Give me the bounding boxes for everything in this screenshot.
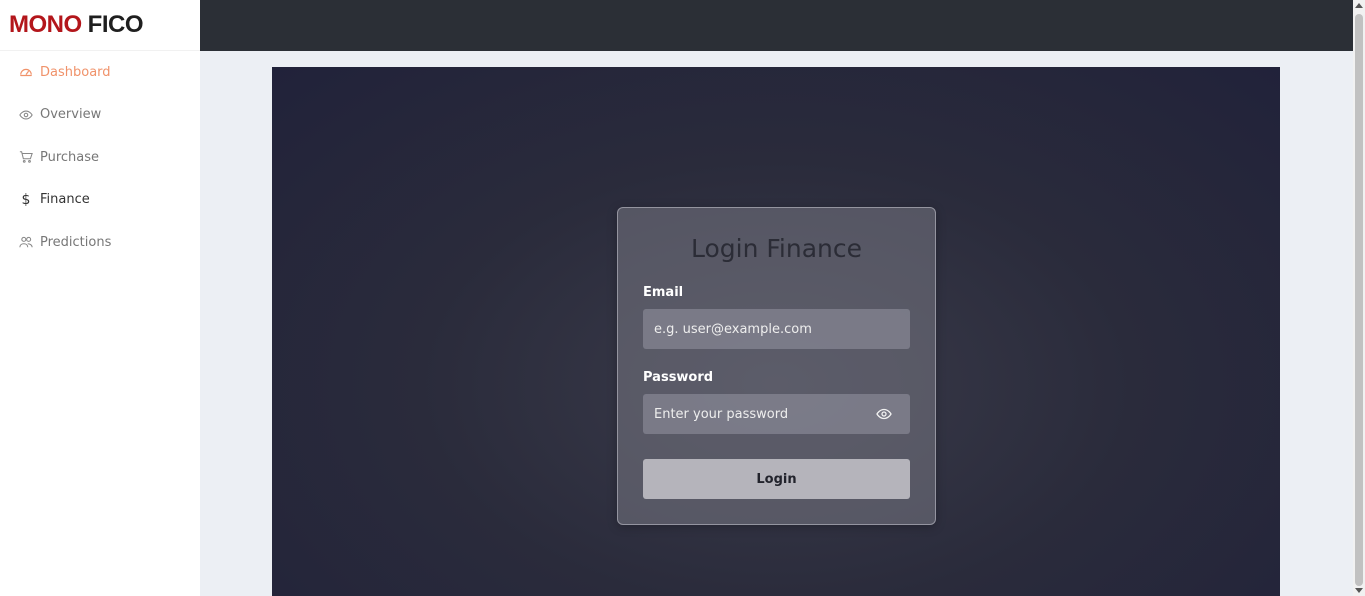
login-panel: Login Finance Email Password Login: [272, 67, 1280, 596]
people-icon: [18, 234, 34, 250]
sidebar-item-overview[interactable]: Overview: [0, 94, 200, 137]
scroll-up-icon[interactable]: [1355, 3, 1363, 8]
sidebar-item-label: Dashboard: [40, 64, 111, 80]
brand-logo-part1: MONO: [9, 11, 82, 38]
email-input[interactable]: [654, 321, 864, 337]
login-button[interactable]: Login: [643, 459, 910, 499]
sidebar-item-dashboard[interactable]: Dashboard: [0, 51, 200, 94]
password-input[interactable]: [654, 406, 864, 422]
show-password-eye-icon[interactable]: [875, 406, 893, 422]
sidebar-item-finance[interactable]: $ Finance: [0, 179, 200, 222]
dollar-icon: $: [21, 191, 31, 208]
sidebar-item-label: Overview: [40, 107, 102, 123]
cart-icon: [18, 149, 34, 165]
sidebar-item-label: Finance: [40, 192, 90, 208]
password-label: Password: [643, 370, 714, 385]
sidebar-nav: Dashboard Overview Purchase $ Finance Pr…: [0, 51, 200, 264]
password-field-wrapper: [643, 394, 910, 434]
login-title: Login Finance: [690, 234, 863, 263]
email-field-wrapper: [643, 309, 910, 349]
top-bar: [200, 0, 1353, 51]
eye-icon: [18, 107, 34, 123]
speedometer-icon: [18, 64, 34, 80]
scroll-down-icon[interactable]: [1355, 588, 1363, 593]
page-scrollbar[interactable]: [1353, 0, 1365, 596]
brand-logo[interactable]: MONO FICO: [0, 0, 200, 51]
scrollbar-thumb[interactable]: [1355, 14, 1363, 586]
sidebar: MONO FICO Dashboard Overview Purchase $ …: [0, 0, 200, 596]
sidebar-item-label: Purchase: [40, 149, 100, 165]
sidebar-item-purchase[interactable]: Purchase: [0, 136, 200, 179]
login-card: Login Finance Email Password Login: [617, 207, 936, 525]
sidebar-item-predictions[interactable]: Predictions: [0, 221, 200, 264]
email-label: Email: [643, 285, 684, 300]
brand-logo-part2: FICO: [87, 11, 144, 38]
sidebar-item-label: Predictions: [40, 234, 112, 250]
